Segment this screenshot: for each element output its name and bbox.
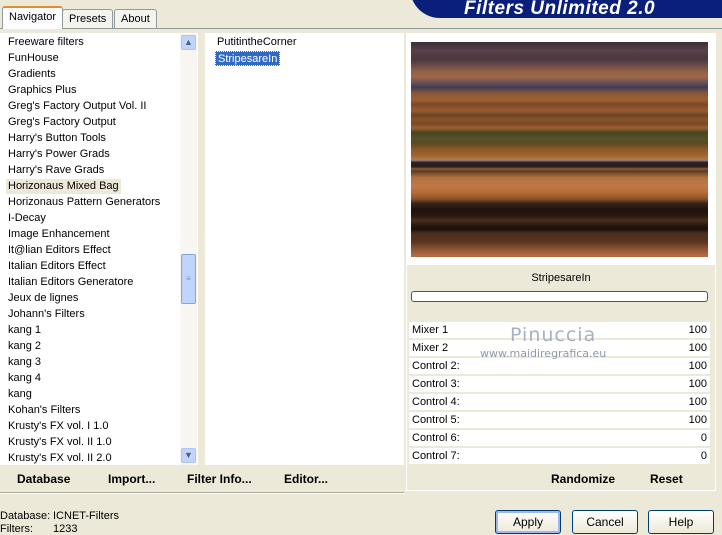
parameter-slider[interactable]: Control 6: 0 xyxy=(409,430,710,446)
category-item[interactable]: I-Decay xyxy=(8,211,46,226)
category-item[interactable]: Krusty's FX vol. II 2.0 xyxy=(8,451,112,466)
category-item[interactable]: kang 1 xyxy=(8,323,41,338)
database-button[interactable]: Database xyxy=(17,472,70,486)
category-item[interactable]: Harry's Button Tools xyxy=(8,131,106,146)
cancel-button[interactable]: Cancel xyxy=(572,510,638,534)
filters-label: Filters: xyxy=(0,523,33,535)
category-item[interactable]: Harry's Rave Grads xyxy=(8,163,104,178)
category-scrollbar[interactable]: ▲ ≡ ▼ xyxy=(180,34,197,465)
parameter-label: Control 3: xyxy=(412,378,460,390)
selected-filter-name: StripesareIn xyxy=(531,272,591,284)
parameter-slider[interactable]: Control 2: 100 xyxy=(409,358,710,374)
database-label: Database: xyxy=(0,510,51,522)
parameter-label: Control 4: xyxy=(412,396,460,408)
category-item[interactable]: kang 4 xyxy=(8,371,41,386)
category-item[interactable]: Image Enhancement xyxy=(8,227,110,242)
parameter-value: 100 xyxy=(688,360,707,372)
parameter-value: 100 xyxy=(688,378,707,390)
scroll-down-arrow-icon[interactable]: ▼ xyxy=(181,448,196,463)
category-item[interactable]: Kohan's Filters xyxy=(8,403,80,418)
reset-button[interactable]: Reset xyxy=(650,472,683,486)
app-banner: Filters Unlimited 2.0 xyxy=(410,0,722,19)
parameter-slider[interactable]: Control 4: 100 xyxy=(409,394,710,410)
parameter-label: Mixer 2 xyxy=(412,342,449,354)
category-item[interactable]: Italian Editors Effect xyxy=(8,259,106,274)
category-item[interactable]: Johann's Filters xyxy=(8,307,85,322)
tab-about[interactable]: About xyxy=(114,9,157,28)
preview-image xyxy=(411,42,708,257)
watermark-url: www.maidiregrafica.eu xyxy=(480,347,607,360)
category-item[interactable]: Gradients xyxy=(8,67,56,82)
database-value: ICNET-Filters xyxy=(53,510,119,522)
category-item[interactable]: Krusty's FX vol. II 1.0 xyxy=(8,435,112,450)
category-item[interactable]: Greg's Factory Output Vol. II xyxy=(8,99,146,114)
category-item[interactable]: Graphics Plus xyxy=(8,83,76,98)
category-item[interactable]: kang xyxy=(8,387,32,402)
import-button[interactable]: Import... xyxy=(108,472,155,486)
parameter-value: 100 xyxy=(688,396,707,408)
parameter-value: 100 xyxy=(688,414,707,426)
filter-item[interactable]: StripesareIn xyxy=(215,51,281,66)
randomize-button[interactable]: Randomize xyxy=(551,472,615,486)
parameter-value: 0 xyxy=(700,432,707,444)
parameter-label: Control 7: xyxy=(412,450,460,462)
category-item[interactable]: Horizonaus Pattern Generators xyxy=(8,195,160,210)
filters-count: 1233 xyxy=(53,523,78,535)
category-item[interactable]: It@lian Editors Effect xyxy=(8,243,111,258)
tab-presets[interactable]: Presets xyxy=(62,9,114,28)
apply-button[interactable]: Apply xyxy=(495,510,561,534)
filter-info-button[interactable]: Filter Info... xyxy=(187,472,252,486)
filter-item[interactable]: PutitintheCorner xyxy=(215,35,299,50)
parameter-value: 100 xyxy=(688,342,707,354)
parameter-label: Control 5: xyxy=(412,414,460,426)
parameter-value: 0 xyxy=(700,450,707,462)
category-item[interactable]: kang 3 xyxy=(8,355,41,370)
category-item[interactable]: Italian Editors Generatore xyxy=(8,275,133,290)
category-item[interactable]: FunHouse xyxy=(8,51,59,66)
scrollbar-thumb[interactable]: ≡ xyxy=(181,254,196,304)
parameter-slider[interactable]: Control 5: 100 xyxy=(409,412,710,428)
category-item[interactable]: Greg's Factory Output xyxy=(8,115,116,130)
editor-button[interactable]: Editor... xyxy=(284,472,328,486)
category-item[interactable]: Harry's Power Grads xyxy=(8,147,110,162)
category-list[interactable]: Freeware filters FunHouse Gradients Graphic… xyxy=(0,33,198,465)
filter-list[interactable]: PutitintheCorner StripesareIn xyxy=(205,33,404,465)
parameter-label: Control 2: xyxy=(412,360,460,372)
scroll-up-arrow-icon[interactable]: ▲ xyxy=(181,35,196,50)
tab-navigator[interactable]: Navigator xyxy=(2,6,64,29)
category-item[interactable]: Horizonaus Mixed Bag xyxy=(6,179,121,194)
category-item[interactable]: Krusty's FX vol. I 1.0 xyxy=(8,419,109,434)
category-item[interactable]: Jeux de lignes xyxy=(8,291,78,306)
parameter-label: Mixer 1 xyxy=(412,324,449,336)
category-item[interactable]: kang 2 xyxy=(8,339,41,354)
parameter-label: Control 6: xyxy=(412,432,460,444)
parameter-slider[interactable]: Control 7: 0 xyxy=(409,448,710,464)
divider xyxy=(0,492,404,494)
category-item[interactable]: Freeware filters xyxy=(8,35,84,50)
watermark-name: Pinuccia xyxy=(510,324,597,346)
parameter-slider[interactable]: Control 3: 100 xyxy=(409,376,710,392)
progress-bar xyxy=(411,291,708,302)
help-button[interactable]: Help xyxy=(648,510,714,534)
parameter-value: 100 xyxy=(688,324,707,336)
